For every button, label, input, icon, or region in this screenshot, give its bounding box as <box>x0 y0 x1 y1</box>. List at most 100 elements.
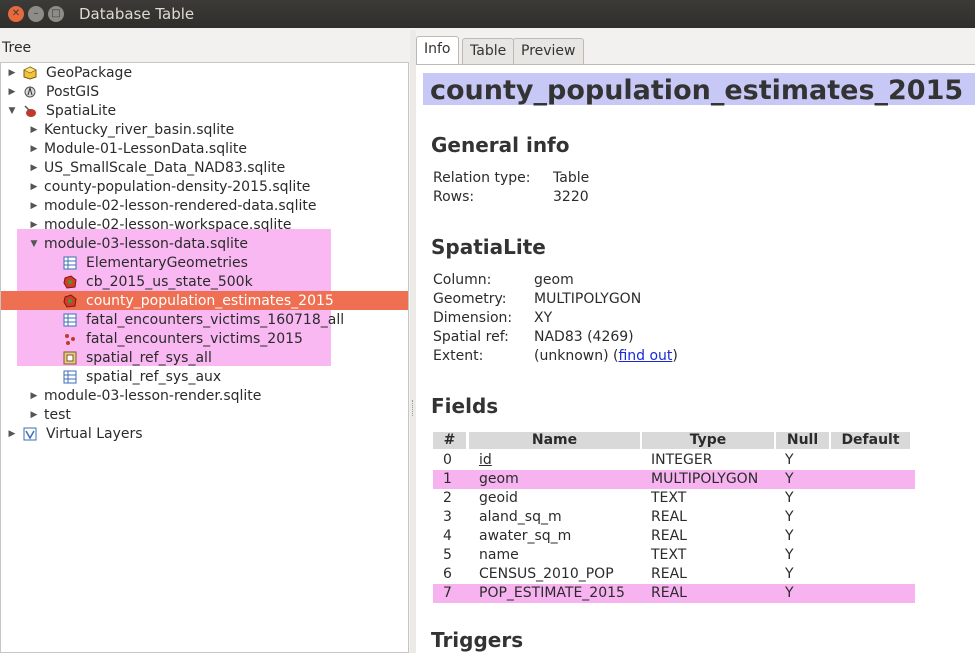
field-type: REAL <box>651 585 687 601</box>
field-num: 2 <box>443 490 452 506</box>
field-name: id <box>479 452 492 468</box>
expand-arrow-icon[interactable]: ▶ <box>29 140 39 159</box>
tree-item[interactable]: spatial_ref_sys_aux <box>1 368 408 387</box>
tree-item-label: county_population_estimates_2015 <box>86 293 334 309</box>
expand-arrow-icon[interactable]: ▶ <box>29 387 39 406</box>
field-null: Y <box>785 585 794 601</box>
field-num: 1 <box>443 471 452 487</box>
table-row: 2 geoid TEXT Y <box>433 489 910 508</box>
tree-item-label: module-02-lesson-workspace.sqlite <box>44 217 292 233</box>
tree-item[interactable]: ▶ GeoPackage <box>1 64 408 83</box>
tab-table[interactable]: Table <box>462 38 515 65</box>
window-title: Database Table <box>79 5 195 23</box>
geometry-label: Geometry: <box>433 291 507 307</box>
rows-label: Rows: <box>433 189 475 205</box>
tree-item[interactable]: ▼ SpatiaLite <box>1 102 408 121</box>
expand-arrow-icon[interactable]: ▶ <box>29 216 39 235</box>
table-row: 3 aland_sq_m REAL Y <box>433 508 910 527</box>
tree-item-label: SpatiaLite <box>46 103 117 119</box>
field-type: INTEGER <box>651 452 713 468</box>
column-header-name: Name <box>469 432 640 449</box>
extent-label: Extent: <box>433 348 484 364</box>
tree-item[interactable]: ElementaryGeometries <box>1 254 408 273</box>
tree-item[interactable]: fatal_encounters_victims_2015 <box>1 330 408 349</box>
tree-item-label: ElementaryGeometries <box>86 255 248 271</box>
field-null: Y <box>785 566 794 582</box>
spatialite-icon <box>23 104 37 118</box>
table-row: 1 geom MULTIPOLYGON Y <box>433 470 915 489</box>
close-icon[interactable]: ✕ <box>8 6 24 22</box>
tree-item[interactable]: ▶ module-02-lesson-rendered-data.sqlite <box>1 197 408 216</box>
tree-item-label: GeoPackage <box>46 65 133 81</box>
tree-item-label: Kentucky_river_basin.sqlite <box>44 122 235 138</box>
collapse-arrow-icon[interactable]: ▼ <box>7 102 17 121</box>
field-null: Y <box>785 509 794 525</box>
column-value: geom <box>534 272 574 288</box>
maximize-icon[interactable]: □ <box>48 6 64 22</box>
find-out-link[interactable]: find out <box>618 348 672 364</box>
table-row: 7 POP_ESTIMATE_2015 REAL Y <box>433 584 915 603</box>
tree-panel[interactable]: ▶ GeoPackage ▶ PostGIS ▼ SpatiaLite ▶ Kentucky_… <box>0 62 409 653</box>
relation-type-label: Relation type: <box>433 170 531 186</box>
field-name: name <box>479 547 519 563</box>
collapse-arrow-icon[interactable]: ▼ <box>29 235 39 254</box>
expand-arrow-icon[interactable]: ▶ <box>29 197 39 216</box>
tree-item[interactable]: ▶ module-02-lesson-workspace.sqlite <box>1 216 408 235</box>
field-type: REAL <box>651 509 687 525</box>
table-row: 5 name TEXT Y <box>433 546 910 565</box>
spatialite-heading: SpatiaLite <box>431 235 546 259</box>
tree-item-label: Virtual Layers <box>46 426 143 442</box>
fields-heading: Fields <box>431 394 499 418</box>
expand-arrow-icon[interactable]: ▶ <box>29 178 39 197</box>
tree-item[interactable]: ▶ module-03-lesson-render.sqlite <box>1 387 408 406</box>
tree-item[interactable]: ▶ test <box>1 406 408 425</box>
expand-arrow-icon[interactable]: ▶ <box>7 83 17 102</box>
geometry-value: MULTIPOLYGON <box>534 291 642 307</box>
field-type: REAL <box>651 528 687 544</box>
tree-label: Tree <box>2 40 32 56</box>
field-type: TEXT <box>651 490 687 506</box>
tree-item-label: module-03-lesson-render.sqlite <box>44 388 262 404</box>
extent-close: ) <box>672 348 678 364</box>
minimize-icon[interactable]: – <box>28 6 44 22</box>
tab-info[interactable]: Info <box>416 36 459 65</box>
tree-item[interactable]: county_population_estimates_2015 <box>1 292 408 311</box>
field-name: awater_sq_m <box>479 528 572 544</box>
rows-value: 3220 <box>553 189 589 205</box>
tree-item[interactable]: ▶ Module-01-LessonData.sqlite <box>1 140 408 159</box>
expand-arrow-icon[interactable]: ▶ <box>29 406 39 425</box>
general-info-heading: General info <box>431 133 570 157</box>
dimension-label: Dimension: <box>433 310 513 326</box>
field-null: Y <box>785 528 794 544</box>
expand-arrow-icon[interactable]: ▶ <box>7 425 17 444</box>
tree-item-label: fatal_encounters_victims_160718_all <box>86 312 345 328</box>
polygon-layer-icon <box>63 275 77 289</box>
tree-item-label: fatal_encounters_victims_2015 <box>86 331 303 347</box>
field-type: MULTIPOLYGON <box>651 471 759 487</box>
tree-item-label: spatial_ref_sys_all <box>86 350 212 366</box>
table-icon <box>63 370 77 384</box>
spatial-ref-value: NAD83 (4269) <box>534 329 634 345</box>
extent-value: (unknown) ( <box>534 348 619 364</box>
tree-item[interactable]: ▼ module-03-lesson-data.sqlite <box>1 235 408 254</box>
tree-item[interactable]: ▶ county-population-density-2015.sqlite <box>1 178 408 197</box>
tree-item[interactable]: ▶ Kentucky_river_basin.sqlite <box>1 121 408 140</box>
tree-item[interactable]: fatal_encounters_victims_160718_all <box>1 311 408 330</box>
field-null: Y <box>785 490 794 506</box>
tree-item-label: module-02-lesson-rendered-data.sqlite <box>44 198 317 214</box>
expand-arrow-icon[interactable]: ▶ <box>7 64 17 83</box>
tab-preview[interactable]: Preview <box>513 38 584 65</box>
tree-item[interactable]: ▶ Virtual Layers <box>1 425 408 444</box>
expand-arrow-icon[interactable]: ▶ <box>29 121 39 140</box>
field-num: 4 <box>443 528 452 544</box>
expand-arrow-icon[interactable]: ▶ <box>29 159 39 178</box>
tree-item[interactable]: spatial_ref_sys_all <box>1 349 408 368</box>
column-header-num: # <box>433 432 466 449</box>
field-num: 0 <box>443 452 452 468</box>
tree-item-label: Module-01-LessonData.sqlite <box>44 141 247 157</box>
splitter-grip[interactable] <box>412 400 414 416</box>
tree-item[interactable]: ▶ PostGIS <box>1 83 408 102</box>
table-icon <box>63 313 77 327</box>
tree-item[interactable]: ▶ US_SmallScale_Data_NAD83.sqlite <box>1 159 408 178</box>
tree-item[interactable]: cb_2015_us_state_500k <box>1 273 408 292</box>
